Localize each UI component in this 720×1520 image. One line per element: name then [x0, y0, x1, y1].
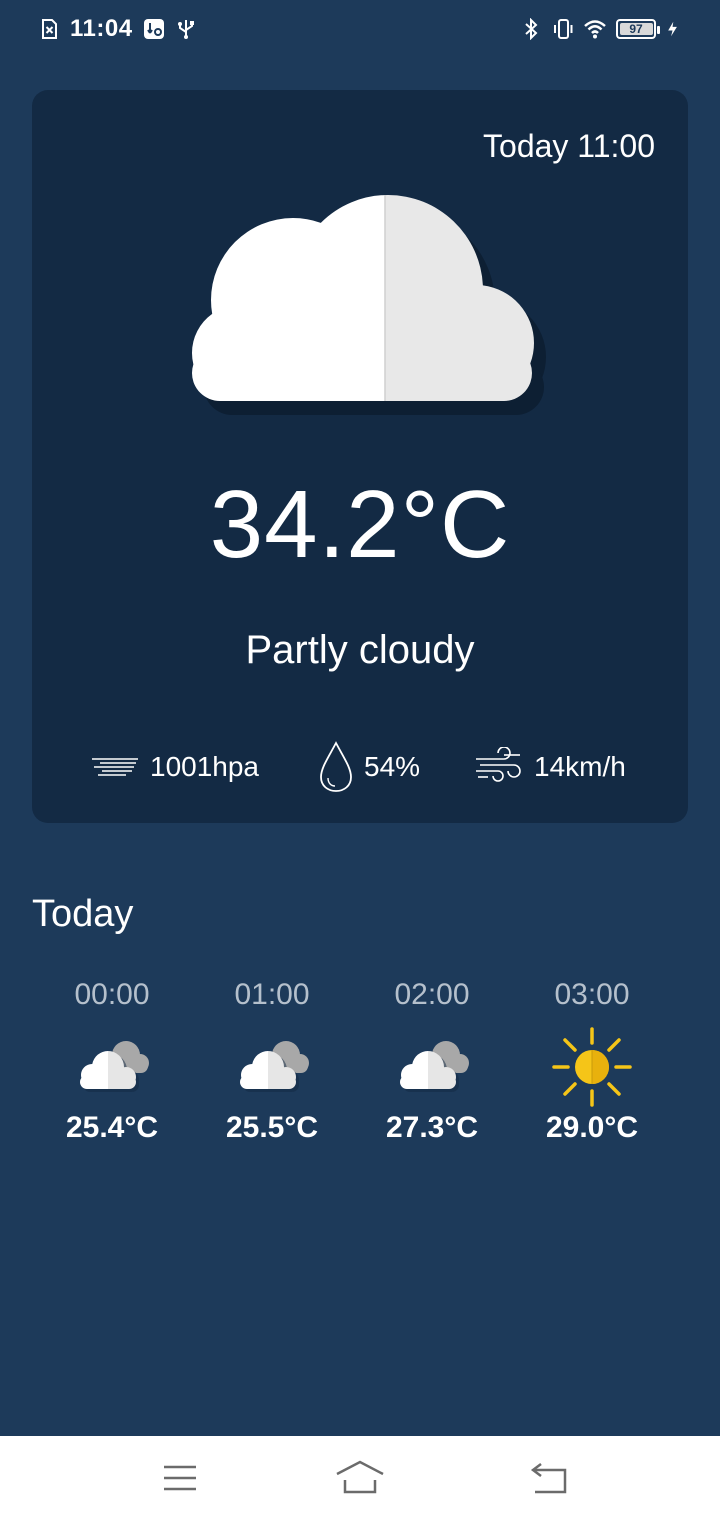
- sim-error-icon: [42, 19, 57, 39]
- hour-temperature: 29.0°C: [545, 1111, 639, 1144]
- hour-temperature: 25.4°C: [65, 1111, 159, 1144]
- hour-time: 01:00: [234, 978, 310, 1011]
- hour-time: 03:00: [554, 978, 630, 1011]
- cloud-icon: [400, 1041, 469, 1092]
- status-left: 11:04: [38, 15, 197, 43]
- sun-icon: [552, 1027, 632, 1107]
- vibrate-icon: [554, 19, 573, 39]
- charging-icon: [668, 21, 677, 37]
- pressure-metric: 1001hpa: [90, 740, 259, 794]
- hourly-item[interactable]: 02:00 27.3°C: [352, 975, 512, 1145]
- status-right: 97: [520, 18, 682, 40]
- status-time: 11:04: [70, 15, 133, 42]
- weather-metrics: 1001hpa 54% 14km/h: [32, 740, 688, 794]
- menu-icon[interactable]: [155, 1458, 205, 1498]
- wind-icon: [476, 747, 521, 782]
- wind-metric: 14km/h: [474, 740, 626, 794]
- humidity-metric: 54%: [318, 740, 420, 794]
- usb-settings-icon: [143, 19, 164, 39]
- battery-level: 97: [629, 22, 643, 36]
- current-weather-card: Today 11:00 34.2°C Partly cloudy 1001hpa…: [32, 90, 688, 823]
- hourly-forecast: 00:00 25.4°C 01:00 25.5°C 02:00 27.3°C 0…: [0, 975, 720, 1195]
- wifi-icon: [584, 20, 606, 39]
- hour-temperature: 27.3°C: [385, 1111, 479, 1144]
- hourly-item[interactable]: 01:00 25.5°C: [192, 975, 352, 1145]
- cloud-icon: [192, 195, 546, 415]
- battery-icon: 97: [616, 19, 660, 39]
- hourly-item[interactable]: 03:00 29.0°C: [512, 975, 672, 1145]
- home-icon[interactable]: [335, 1458, 385, 1498]
- hour-time: 02:00: [394, 978, 470, 1011]
- back-icon[interactable]: [523, 1458, 573, 1498]
- pressure-icon: [92, 758, 138, 776]
- current-condition: Partly cloudy: [245, 628, 475, 672]
- hourly-item[interactable]: 00:00 25.4°C: [32, 975, 192, 1145]
- pressure-value: 1001hpa: [150, 751, 260, 782]
- cloud-icon: [240, 1041, 309, 1092]
- humidity-value: 54%: [364, 751, 421, 782]
- current-date-label: Today 11:00: [483, 128, 655, 164]
- bluetooth-icon: [525, 18, 538, 40]
- humidity-drop-icon: [320, 741, 352, 792]
- wind-value: 14km/h: [534, 751, 626, 782]
- current-temperature: 34.2°C: [209, 471, 511, 578]
- cloud-icon: [80, 1041, 149, 1092]
- hour-temperature: 25.5°C: [225, 1111, 319, 1144]
- hour-time: 00:00: [74, 978, 150, 1011]
- navigation-bar: [0, 1436, 720, 1520]
- usb-icon: [177, 20, 194, 39]
- today-section-title: Today: [32, 893, 134, 935]
- status-bar: 11:04 97: [0, 0, 720, 58]
